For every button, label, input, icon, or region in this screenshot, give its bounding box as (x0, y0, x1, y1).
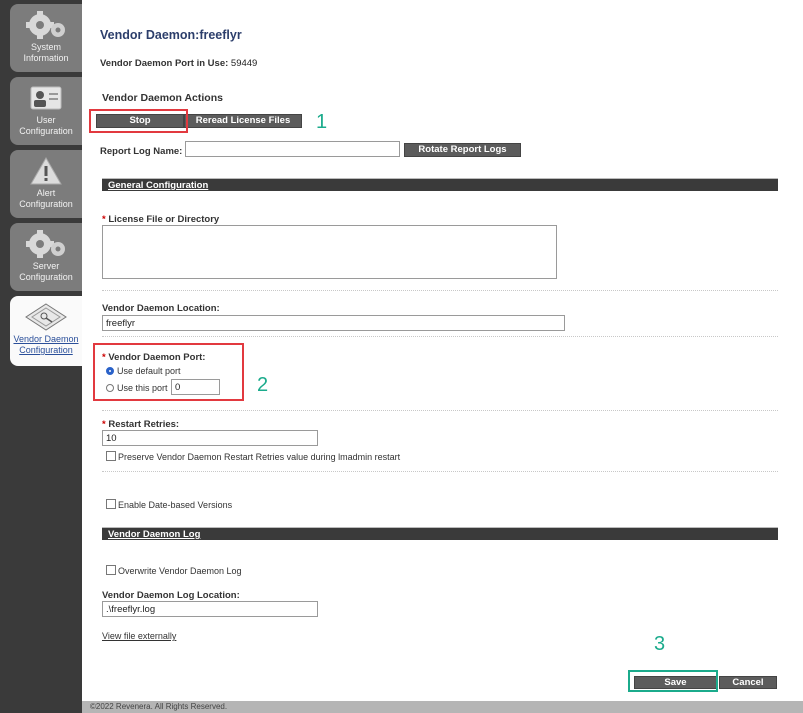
report-log-name-input[interactable] (185, 141, 400, 157)
warning-icon (30, 156, 62, 185)
annotation-box-2 (93, 343, 244, 401)
restart-retries-label-text: Restart Retries: (108, 419, 180, 430)
restart-retries-label: * Restart Retries: (102, 419, 179, 430)
user-id-icon (30, 86, 62, 110)
divider (102, 336, 778, 337)
tab-alert-configuration[interactable]: Alert Configuration (10, 150, 82, 218)
tab-label-line1: Server (32, 261, 60, 271)
vendor-daemon-log-title: Vendor Daemon Log (108, 529, 201, 540)
port-in-use-value: 59449 (230, 58, 258, 69)
divider (102, 410, 778, 411)
tab-label-line1: Vendor Daemon (13, 334, 79, 344)
general-configuration-bar: General Configuration (102, 178, 778, 191)
overwrite-log-option[interactable]: Overwrite Vendor Daemon Log (106, 565, 242, 576)
report-log-label: Report Log Name: (100, 146, 183, 157)
vendor-daemon-log-bar: Vendor Daemon Log (102, 527, 778, 540)
gears-icon (26, 230, 65, 258)
date-versions-label: Enable Date-based Versions (118, 500, 233, 510)
tab-label-line1: System (30, 42, 61, 52)
annotation-box-1 (89, 109, 188, 133)
date-versions-option[interactable]: Enable Date-based Versions (106, 499, 232, 510)
annotation-number-1: 1 (316, 111, 328, 133)
view-file-externally-link[interactable]: View file externally (102, 631, 176, 641)
required-marker: * (102, 214, 106, 225)
date-versions-checkbox[interactable] (106, 499, 116, 509)
tab-system-information[interactable]: System Information (10, 4, 82, 72)
actions-heading: Vendor Daemon Actions (102, 92, 223, 104)
daemon-location-label: Vendor Daemon Location: (102, 303, 220, 314)
gears-icon (26, 11, 65, 39)
port-in-use: Vendor Daemon Port in Use: 59449 (100, 58, 257, 69)
required-marker: * (102, 419, 106, 430)
tab-label-line2: Configuration (19, 199, 73, 209)
divider (102, 471, 778, 472)
sidebar: System Information User Configuration Al… (0, 0, 82, 713)
tab-label-line1: User (36, 115, 56, 125)
tab-label-line1: Alert (36, 188, 56, 198)
license-file-textarea[interactable] (102, 225, 557, 279)
overwrite-log-checkbox[interactable] (106, 565, 116, 575)
cancel-button[interactable]: Cancel (719, 676, 777, 689)
overwrite-log-label: Overwrite Vendor Daemon Log (118, 566, 242, 576)
license-file-label: * License File or Directory (102, 214, 219, 225)
port-in-use-label: Vendor Daemon Port in Use: (100, 58, 229, 69)
annotation-number-3: 3 (654, 633, 666, 655)
tab-label-line2: Configuration (19, 272, 73, 282)
certificate-icon (25, 303, 67, 331)
tab-user-configuration[interactable]: User Configuration (10, 77, 82, 145)
page-title: Vendor Daemon:freeflyr (100, 28, 242, 42)
tab-label-line2: Configuration (19, 126, 73, 136)
main-content: Vendor Daemon:freeflyr Vendor Daemon Por… (82, 0, 803, 713)
preserve-retries-option[interactable]: Preserve Vendor Daemon Restart Retries v… (106, 451, 400, 462)
tab-label-line2: Configuration (19, 345, 73, 355)
rotate-report-logs-button[interactable]: Rotate Report Logs (404, 143, 521, 157)
preserve-retries-checkbox[interactable] (106, 451, 116, 461)
annotation-box-3 (628, 670, 718, 692)
footer: ©2022 Revenera. All Rights Reserved. (82, 701, 803, 713)
daemon-location-input[interactable]: freeflyr (102, 315, 565, 331)
license-file-label-text: License File or Directory (108, 214, 220, 225)
general-configuration-title: General Configuration (108, 180, 209, 191)
tab-vendor-daemon-configuration[interactable]: Vendor Daemon Configuration (10, 296, 82, 366)
log-location-input[interactable]: .\freeflyr.log (102, 601, 318, 617)
log-location-label: Vendor Daemon Log Location: (102, 590, 240, 601)
tab-label-line2: Information (23, 53, 69, 63)
restart-retries-input[interactable]: 10 (102, 430, 318, 446)
annotation-number-2: 2 (257, 374, 269, 396)
tab-server-configuration[interactable]: Server Configuration (10, 223, 82, 291)
reread-license-files-button[interactable]: Reread License Files (184, 114, 302, 128)
preserve-retries-label: Preserve Vendor Daemon Restart Retries v… (118, 452, 401, 462)
divider (102, 290, 778, 291)
